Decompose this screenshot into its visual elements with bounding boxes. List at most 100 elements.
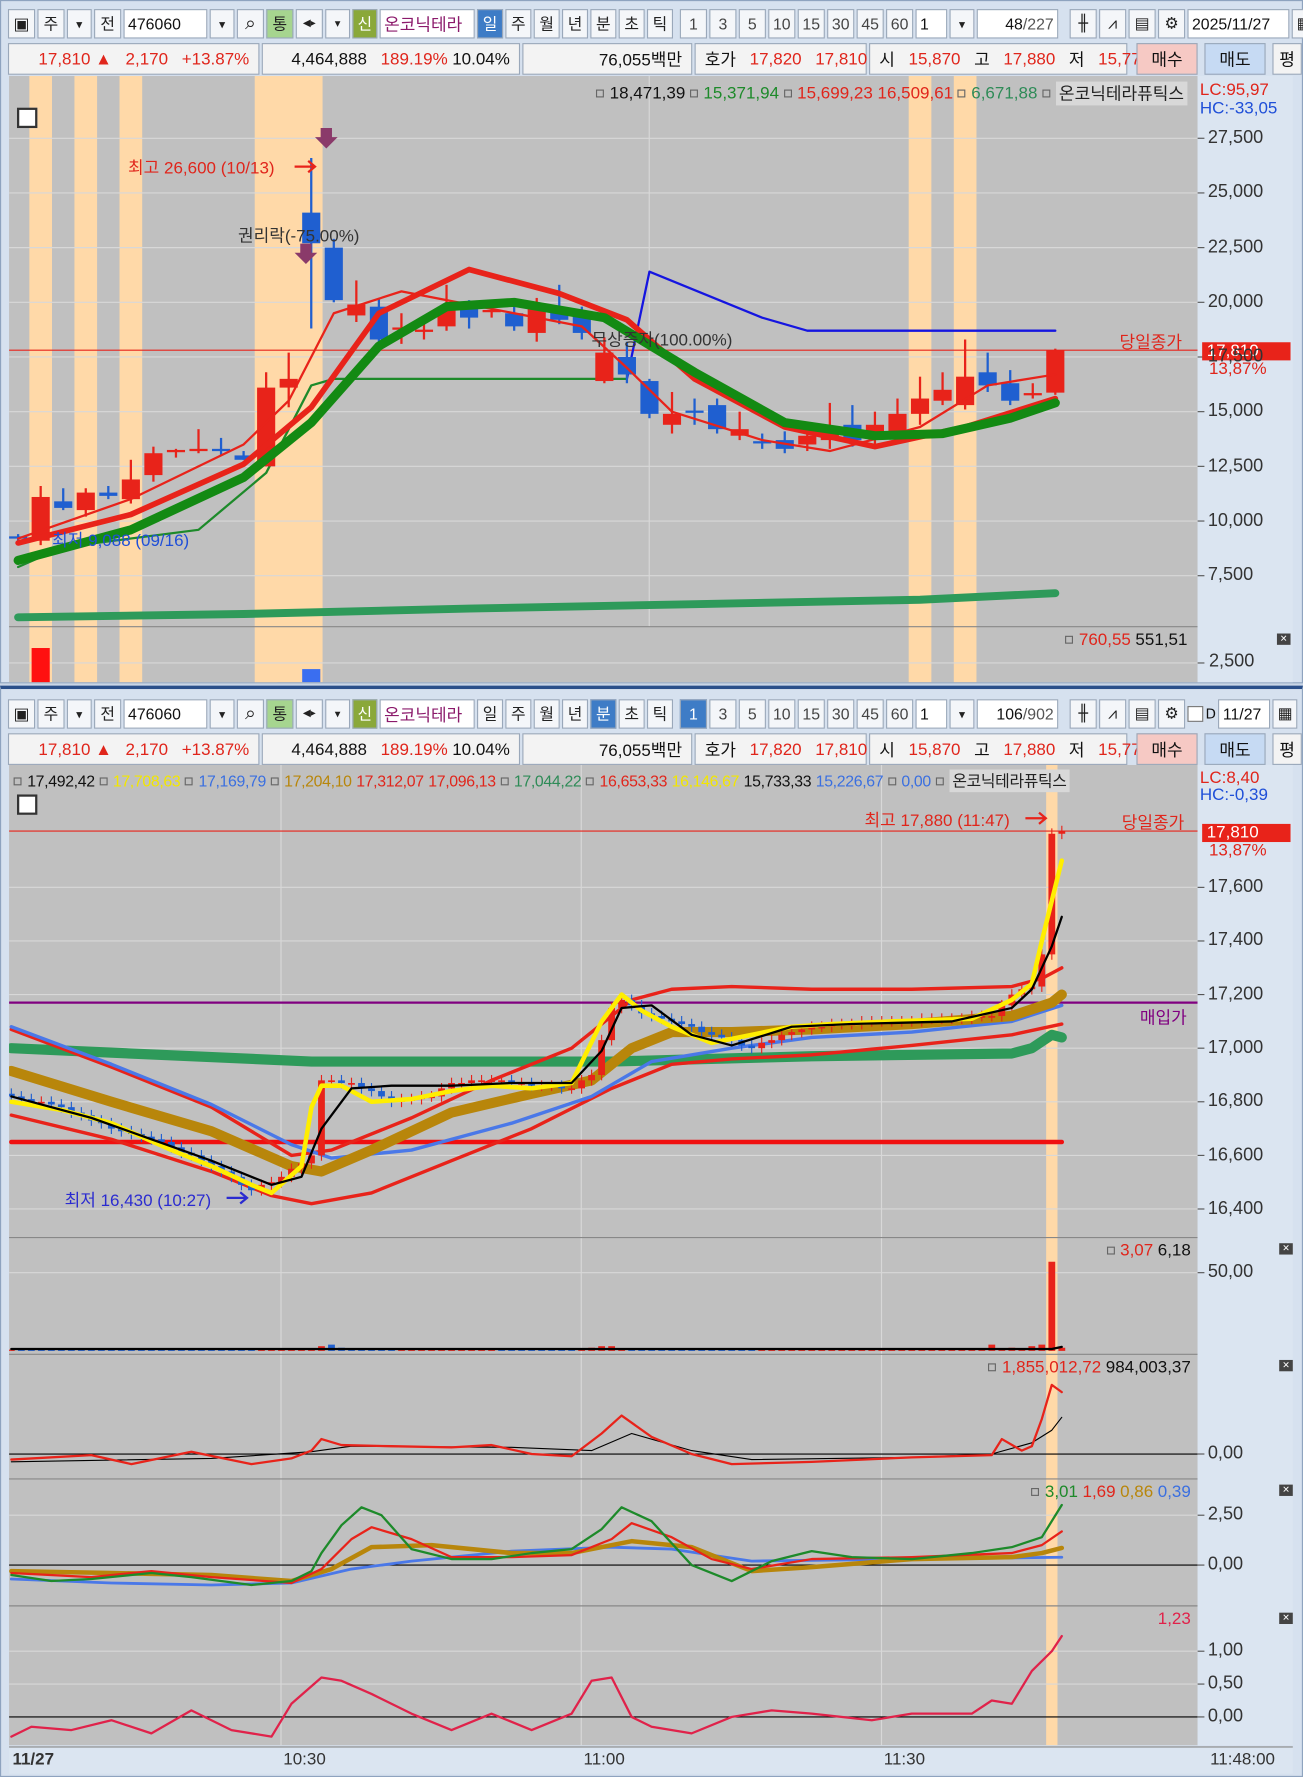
candle [678,1021,686,1025]
hc-value: HC:-33,05 [1199,98,1278,118]
buy-price-label: 매입가 [1139,1008,1187,1028]
candle [758,1042,766,1049]
volume-bar [1048,1261,1056,1351]
legend-value: 3,07 [1120,1240,1154,1261]
legend-value: 15,226,67 [815,771,884,790]
candle [778,1034,786,1041]
legend-value: 17,044,22 [513,771,582,790]
candle [933,389,952,401]
legend-value: 17,312,07 [356,771,424,790]
close-label: 당일종가 [1119,333,1182,353]
candle [76,492,95,511]
legend-value: 1,23 [1157,1609,1191,1629]
candle [324,247,343,301]
axis-tick: 15,000 [1207,401,1264,421]
stock-name-label: 온코닉테라퓨틱스 [1055,81,1188,106]
candle [338,1080,345,1084]
candle [54,501,73,508]
candle [211,448,231,452]
candle [498,1080,505,1083]
bonus-issue-annotation: 무상증자(100.00%) [591,330,733,351]
close-pane-button[interactable]: ✕ [1279,1243,1293,1255]
close-pane-button[interactable]: ✕ [1279,1359,1293,1372]
axis-tick: 50,00 [1207,1262,1254,1282]
legend-value: 18,471,39 [609,83,686,104]
axis-tick: 17,600 [1207,877,1264,897]
grid-settings-icon[interactable] [16,107,38,129]
axis-tick: 16,600 [1207,1145,1264,1165]
legend-value: 984,003,37 [1105,1357,1191,1377]
time-label-date: 11/27 [12,1749,55,1770]
legend-value: 17,708,63 [112,771,181,790]
volume-ma-line [10,1345,1063,1351]
grid-settings-icon[interactable] [16,794,38,815]
candle [468,1080,475,1084]
close-pane-button[interactable]: ✕ [1279,1612,1293,1625]
candle [798,1029,806,1033]
daily-volume-legend: 760,55 551,51 [1065,630,1187,649]
volume-legend: 3,07 6,18 [1106,1240,1191,1261]
axis-tick: 1,00 [1207,1641,1244,1661]
high-annotation: 최고 26,600 (10/13) [128,158,275,178]
candle [368,1088,375,1092]
candle [708,1032,716,1035]
arrow-icon [226,1191,249,1205]
axis-tick: 2,500 [1208,651,1255,671]
candle [378,1091,385,1097]
candle [328,1080,335,1083]
axis-tick: 22,500 [1207,237,1264,257]
candle [1023,393,1042,396]
candle [662,413,682,425]
close-pane-button[interactable]: ✕ [1276,633,1291,645]
candle [698,1026,706,1033]
candle [768,1040,776,1043]
axis-tick: 16,800 [1207,1091,1264,1111]
low-annotation: 최저 16,430 (10:27) [64,1191,212,1211]
chart-window: ▣ 주 ▾ 전 476060 ▾ ⌕ 통 ◀▸ ▾ 신 온코닉테라 일 주 월 년 분 초 틱 1 3 5 10 15 30 45… [0,0,1303,1777]
candle [956,376,975,406]
daily-legend: 18,471,39 15,371,94 15,699,23 16,509,61 … [596,81,1188,106]
volume-bar [302,669,321,683]
legend-value: 0,39 [1157,1482,1191,1502]
candle [1001,383,1020,401]
legend-value: 1,855,012,72 [1001,1357,1102,1377]
close-pane-button[interactable]: ✕ [1279,1484,1293,1496]
candle [99,492,118,496]
legend-value: 16,146,67 [671,771,740,790]
highlight-band [74,75,98,683]
candle [798,435,817,445]
volume-bar [31,648,50,683]
candle [47,1101,55,1105]
legend-value: 551,51 [1135,630,1188,650]
candle [1058,831,1066,834]
close-label: 당일종가 [1121,813,1185,833]
legend-value: 6,18 [1157,1240,1191,1261]
candle [57,1104,65,1108]
axis-tick: 17,000 [1207,1037,1264,1058]
axis-tick: 12,500 [1207,456,1264,476]
close-pct: 13,87% [1208,840,1267,861]
axis-tick: 0,00 [1207,1443,1244,1464]
candle [460,308,479,318]
axis-tick: 0,00 [1207,1706,1244,1727]
time-label: 11:30 [883,1749,926,1770]
ma-base-line [14,589,1060,622]
axis-tick: 25,000 [1207,182,1264,203]
legend-value: 15,733,33 [743,771,812,790]
candle [685,410,704,413]
axis-tick: 27,500 [1207,128,1264,148]
envelope-line [625,270,1057,380]
candle [144,453,163,476]
candle [788,1032,796,1035]
legend-value: 760,55 [1078,630,1131,650]
axis-tick: 10,000 [1207,510,1264,531]
candle [988,1016,996,1018]
minute-chart-marks [9,764,1198,1746]
candle [414,329,434,332]
indicator3-legend: 1,23 [1158,1609,1191,1628]
low-annotation: 최저 9,088 (09/16) [52,531,190,551]
legend-value: 17,096,13 [428,771,496,790]
lc-value: LC:95,97 [1199,80,1269,100]
axis-tick: 0,50 [1207,1673,1244,1694]
axis-tick: 0,00 [1207,1554,1244,1575]
